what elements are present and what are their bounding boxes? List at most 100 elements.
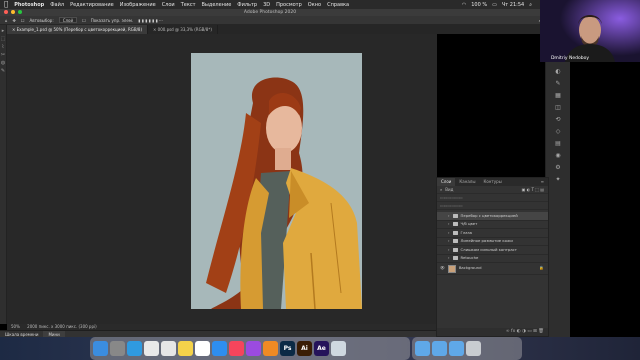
menu-help[interactable]: Справка — [327, 2, 349, 8]
layer-name: Background — [458, 265, 482, 271]
layer-row[interactable]: › Перебор с цветокоррекцией — [437, 212, 548, 221]
layer-kind-filter[interactable]: Вид — [445, 186, 453, 194]
options-bar: ⌂ ✥ ☐ Автовыбор: Слой ☐ Показать упр. эл… — [0, 16, 545, 25]
status-area: ◠ 100 % ▭ Чт 21:54 ⌕ — [462, 0, 532, 9]
menu-layer[interactable]: Слои — [162, 2, 175, 8]
folder-icon — [452, 213, 458, 218]
zoom-window-button[interactable] — [18, 10, 22, 14]
chevron-right-icon[interactable]: › — [448, 212, 450, 221]
tab-000[interactable]: × 000.psd @ 33,3% (RGB/8*) — [148, 25, 218, 34]
menu-image[interactable]: Изображение — [120, 2, 156, 8]
filter-icons[interactable]: ▣ ◐ T ⬚ ▤ — [522, 186, 544, 194]
autoselect-label: Автовыбор: — [29, 17, 54, 23]
lock-row[interactable]: ▭▭▭▭▭▭ — [437, 202, 548, 210]
mini-tab[interactable]: Мини — [43, 331, 65, 337]
battery-label[interactable]: 100 % — [471, 2, 487, 8]
tab-paths[interactable]: Контуры — [479, 178, 505, 186]
battery-icon[interactable]: ▭ — [492, 2, 497, 8]
layer-row[interactable]: 👁 Background 🔒 — [437, 263, 548, 275]
menu-type[interactable]: Текст — [181, 2, 196, 8]
menu-edit[interactable]: Редактирование — [70, 2, 114, 8]
tab-label: Example_1.psd @ 50% (Перебор с цветокорр… — [16, 27, 143, 32]
document-info[interactable]: 2000 пикс. x 3000 пикс. (300 ppi) — [27, 324, 97, 329]
show-transform-label: Показать упр. элем. — [90, 17, 134, 23]
safari-icon[interactable] — [127, 341, 142, 356]
folder-icon[interactable] — [432, 341, 447, 356]
zoom-level[interactable]: 50% — [11, 324, 20, 329]
menu-select[interactable]: Выделение — [202, 2, 232, 8]
folder-icon — [452, 256, 458, 261]
document-icon[interactable] — [449, 341, 464, 356]
chevron-right-icon[interactable]: › — [448, 254, 450, 263]
document-image[interactable] — [191, 53, 362, 309]
layer-row[interactable]: › Retouche — [437, 254, 548, 263]
menu-window[interactable]: Окно — [308, 2, 321, 8]
layer-name: Глаза — [460, 229, 472, 235]
layer-row[interactable]: › Ч/б цвет — [437, 220, 548, 229]
layer-name: Ч/б цвет — [460, 221, 478, 226]
appstore-icon[interactable] — [212, 341, 227, 356]
chevron-right-icon[interactable]: › — [448, 220, 450, 229]
tab-channels[interactable]: Каналы — [455, 178, 479, 186]
minimize-window-button[interactable] — [11, 10, 15, 14]
eye-icon[interactable]: 👁 — [440, 264, 445, 273]
launchpad-icon[interactable] — [110, 341, 125, 356]
clock[interactable]: Чт 21:54 — [502, 2, 524, 8]
dock: Ps Ai Ae — [90, 337, 410, 360]
adobe-ps-icon[interactable]: Ps — [280, 341, 295, 356]
menu-file[interactable]: Файл — [50, 2, 64, 8]
layer-row[interactable]: › Слишком сильный контраст — [437, 246, 548, 255]
downloads-icon[interactable] — [415, 341, 430, 356]
menu-3d[interactable]: 3D — [263, 2, 270, 8]
autoselect-checkbox[interactable]: ☐ — [21, 18, 25, 23]
layer-name: Линейное размытие кожи — [460, 238, 513, 243]
calendar-icon[interactable] — [195, 341, 210, 356]
chevron-right-icon[interactable]: › — [448, 246, 450, 255]
music-icon[interactable] — [229, 341, 244, 356]
layer-name: Перебор с цветокоррекцией — [460, 212, 518, 218]
close-window-button[interactable] — [4, 10, 8, 14]
chrome-icon[interactable] — [161, 341, 176, 356]
portrait-photo — [191, 53, 362, 309]
home-icon[interactable]: ⌂ — [5, 18, 8, 23]
chevron-right-icon[interactable]: › — [448, 237, 450, 246]
search-icon[interactable]: ⌕ — [440, 186, 442, 194]
layers-panel: Слои Каналы Контуры ≡ ⌕ Вид ▣ ◐ T ⬚ ▤ ▭▭… — [436, 177, 549, 337]
folder-icon — [452, 247, 458, 252]
show-transform-checkbox[interactable]: ☐ — [82, 18, 86, 23]
trash-icon[interactable] — [466, 341, 481, 356]
menu-filter[interactable]: Фильтр — [237, 2, 257, 8]
wifi-icon[interactable]: ◠ — [462, 2, 466, 8]
tab-example-1[interactable]: × Example_1.psd @ 50% (Перебор с цветоко… — [7, 25, 149, 34]
notes-icon[interactable] — [178, 341, 193, 356]
webcam-name-label: Dmitriy Nedoboy — [550, 56, 590, 61]
podcasts-icon[interactable] — [246, 341, 261, 356]
layer-action-icons[interactable]: ∞ fx ◐ ◑ ▭ ⊞ 🗑 — [506, 329, 544, 334]
window-titlebar: Adobe Photoshop 2020 — [0, 9, 540, 16]
layer-actions: ∞ fx ◐ ◑ ▭ ⊞ 🗑 — [437, 328, 548, 336]
timeline-tab[interactable]: Шкала времени — [0, 331, 43, 337]
apple-icon[interactable]:  — [4, 0, 8, 9]
menu-view[interactable]: Просмотр — [276, 2, 302, 8]
move-tool-icon[interactable]: ✥ — [13, 18, 16, 23]
preview-icon[interactable] — [331, 341, 346, 356]
window-title: Adobe Photoshop 2020 — [243, 10, 297, 15]
finder-icon[interactable] — [93, 341, 108, 356]
menu-app-name[interactable]: Photoshop — [14, 2, 44, 8]
chevron-right-icon[interactable]: › — [448, 229, 450, 238]
tools-panel: ▸ ⬚ ⌇ ✂ ◍ ✎ — [0, 25, 7, 324]
tab-label: 000.psd @ 33,3% (RGB/8*) — [157, 27, 212, 32]
folder-icon — [452, 239, 458, 244]
search-icon[interactable]: ⌕ — [529, 2, 532, 8]
vlc-icon[interactable] — [263, 341, 278, 356]
photos-icon[interactable] — [144, 341, 159, 356]
tool-icons[interactable]: ▸ ⬚ ⌇ ✂ ◍ ✎ — [0, 25, 6, 75]
layer-name: Слишком сильный контраст — [460, 246, 517, 252]
adobe-ae-icon[interactable]: Ae — [314, 341, 329, 356]
webcam-person — [540, 0, 640, 62]
webcam-video — [540, 0, 640, 62]
lock-icon: 🔒 — [539, 265, 544, 271]
align-icons[interactable]: ▮ ▮ ▮ ▮ ▮ ▮ ··· — [138, 18, 163, 23]
adobe-ai-icon[interactable]: Ai — [297, 341, 312, 356]
autoselect-dropdown[interactable]: Слой — [58, 17, 78, 23]
